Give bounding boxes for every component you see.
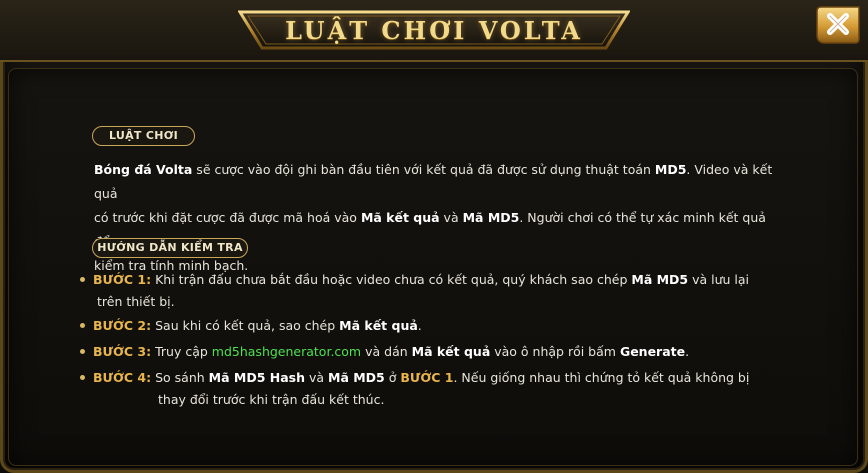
close-icon[interactable] (815, 5, 861, 45)
step-label: BƯỚC 2: (93, 318, 152, 333)
step-4-text: BƯỚC 4: So sánh Mã MD5 Hash và Mã MD5 ở … (93, 366, 783, 389)
text: Truy cập (151, 344, 212, 359)
text: và (439, 210, 463, 225)
step-1-continuation: trên thiết bị. (97, 294, 175, 309)
step-label: BƯỚC 4: (93, 370, 152, 385)
result-code-term: Mã kết quả (339, 318, 418, 333)
rules-section-heading: LUẬT CHƠI (92, 126, 195, 146)
step-label: BƯỚC 1: (93, 272, 152, 287)
dialog-title: LUẬT CHƠI VOLTA (285, 16, 583, 45)
text: và dán (361, 344, 412, 359)
step-reference: BƯỚC 1 (400, 370, 454, 385)
rules-paragraph: Bóng đá Volta sẽ cược vào đội ghi bàn đầ… (94, 158, 784, 278)
step-1-text: BƯỚC 1: Khi trận đấu chưa bắt đầu hoặc v… (93, 268, 783, 291)
bullet-icon (80, 323, 85, 328)
text: So sánh (151, 370, 209, 385)
text: . (685, 344, 690, 359)
text: và (304, 370, 328, 385)
md5-code-term: Mã MD5 (462, 210, 520, 225)
close-button[interactable] (815, 5, 861, 45)
text: Sau khi có kết quả, sao chép (151, 318, 340, 333)
text: vào ô nhập rồi bấm (490, 344, 620, 359)
bullet-icon (80, 375, 85, 380)
game-name: Bóng đá Volta (94, 162, 193, 177)
step-3-text: BƯỚC 3: Truy cập md5hashgenerator.com và… (93, 340, 783, 363)
bullet-icon (80, 277, 85, 282)
md5-term: MD5 (654, 162, 687, 177)
title-plate: LUẬT CHƠI VOLTA (238, 8, 630, 52)
text: . Nếu giống nhau thì chứng tỏ kết quả kh… (453, 370, 750, 385)
md5-code-term: Mã MD5 (631, 272, 689, 287)
step-4-continuation: thay đổi trước khi trận đấu kết thúc. (158, 392, 385, 407)
md5-generator-link[interactable]: md5hashgenerator.com (212, 344, 361, 359)
text: và lưu lại (688, 272, 750, 287)
result-code-term: Mã kết quả (411, 344, 491, 359)
result-code-term: Mã kết quả (360, 210, 440, 225)
text: ở (384, 370, 401, 385)
generate-term: Generate (619, 344, 686, 359)
md5-hash-term: Mã MD5 Hash (208, 370, 305, 385)
text: . (417, 318, 422, 333)
text: có trước khi đặt cược đã được mã hoá vào (94, 210, 361, 225)
step-label: BƯỚC 3: (93, 344, 152, 359)
guide-section-heading: HƯỚNG DẪN KIỂM TRA (92, 238, 248, 258)
md5-code-term: Mã MD5 (328, 370, 385, 385)
text: sẽ cược vào đội ghi bàn đầu tiên với kết… (192, 162, 655, 177)
bullet-icon (80, 349, 85, 354)
rules-line-1: Bóng đá Volta sẽ cược vào đội ghi bàn đầ… (94, 158, 784, 206)
step-2-text: BƯỚC 2: Sau khi có kết quả, sao chép Mã … (93, 314, 783, 337)
text: Khi trận đấu chưa bắt đầu hoặc video chư… (151, 272, 632, 287)
